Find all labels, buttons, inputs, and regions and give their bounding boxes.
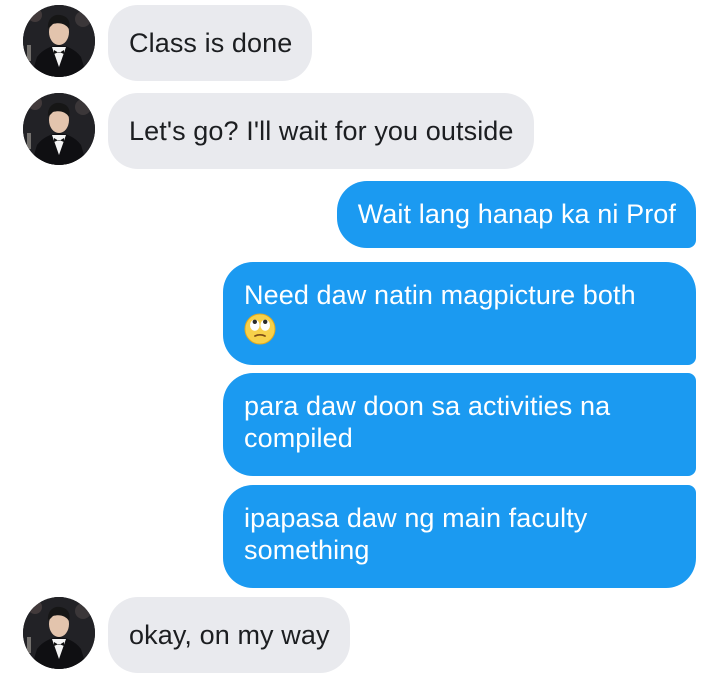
avatar-photo bbox=[23, 5, 95, 77]
incoming-message-bubble[interactable]: okay, on my way bbox=[108, 597, 350, 673]
message-text: Class is done bbox=[129, 28, 293, 58]
incoming-message-bubble[interactable]: Class is done bbox=[108, 5, 313, 81]
message-text: Let's go? I'll wait for you outside bbox=[129, 116, 514, 146]
message-text-line: ipapasa daw ng main faculty bbox=[244, 503, 588, 533]
outgoing-message-bubble[interactable]: para daw doon sa activities na compiled bbox=[223, 373, 696, 476]
incoming-message-bubble[interactable]: Let's go? I'll wait for you outside bbox=[108, 93, 534, 169]
message-text-line: something bbox=[244, 535, 370, 565]
avatar-photo bbox=[23, 597, 95, 669]
message-text: Wait lang hanap ka ni Prof bbox=[357, 199, 676, 229]
message-text-line: compiled bbox=[244, 423, 353, 453]
contact-avatar[interactable] bbox=[23, 93, 95, 165]
message-text: Need daw natin magpicture both bbox=[244, 280, 636, 310]
message-text: okay, on my way bbox=[129, 620, 330, 650]
avatar-photo bbox=[23, 93, 95, 165]
eye-roll-emoji bbox=[244, 313, 276, 345]
outgoing-message-bubble[interactable]: Wait lang hanap ka ni Prof bbox=[336, 181, 696, 248]
contact-avatar[interactable] bbox=[23, 5, 95, 77]
outgoing-message-bubble[interactable]: ipapasa daw ng main faculty something bbox=[223, 485, 696, 588]
outgoing-message-bubble[interactable]: Need daw natin magpicture both bbox=[223, 262, 696, 365]
contact-avatar[interactable] bbox=[23, 597, 95, 669]
message-text-line: para daw doon sa activities na bbox=[244, 391, 611, 421]
